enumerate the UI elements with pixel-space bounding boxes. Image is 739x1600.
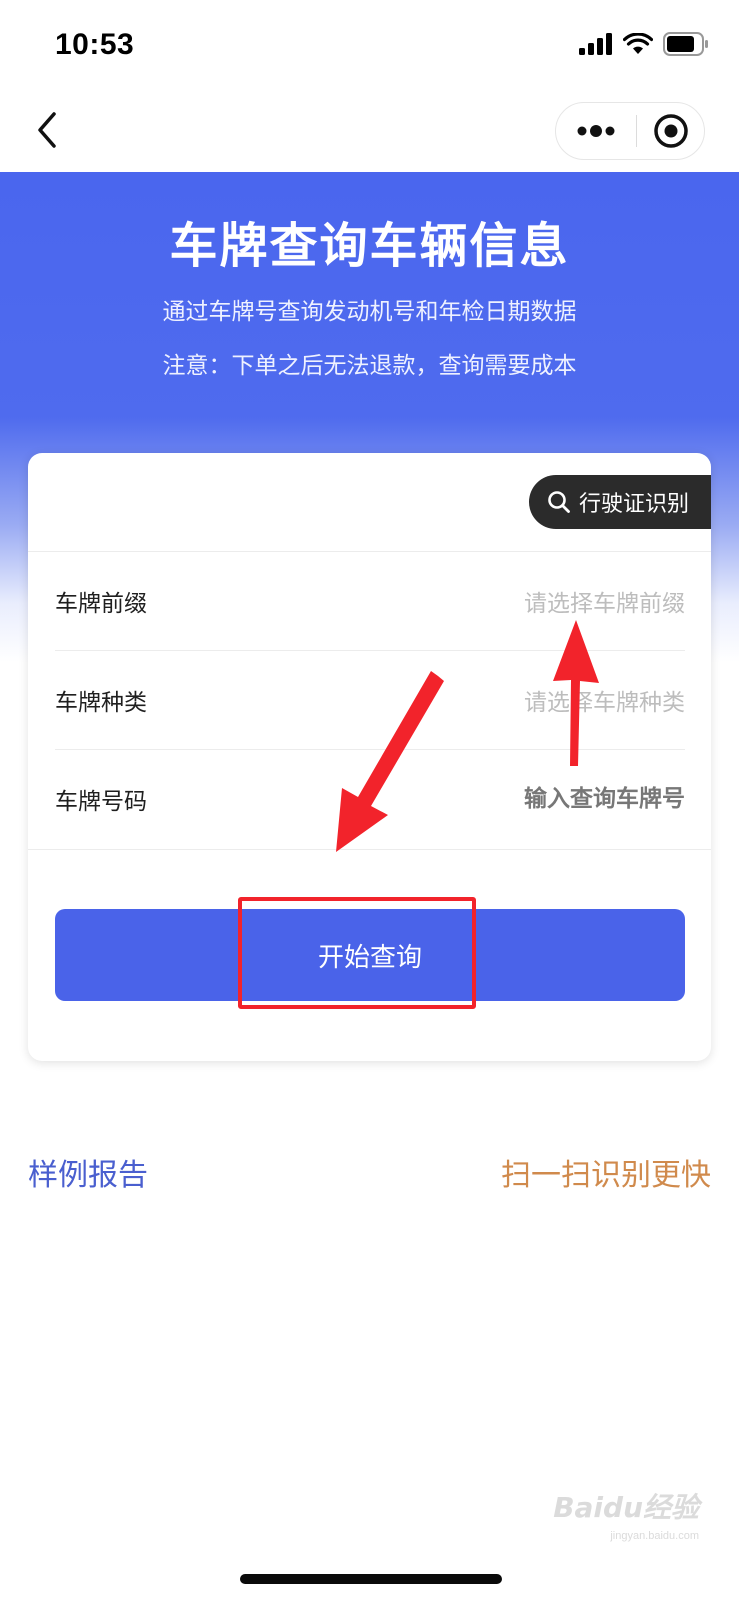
plate-prefix-picker[interactable]: 请选择车牌前缀 bbox=[524, 584, 685, 618]
home-indicator bbox=[240, 1574, 502, 1584]
plate-type-label: 车牌种类 bbox=[55, 690, 147, 716]
page-title: 车牌查询车辆信息 bbox=[169, 218, 570, 274]
plate-number-input[interactable] bbox=[405, 786, 685, 812]
more-button[interactable] bbox=[556, 103, 636, 159]
license-ocr-button[interactable]: 行驶证识别 bbox=[529, 475, 711, 529]
divider bbox=[28, 849, 711, 850]
plate-type-row[interactable]: 车牌种类 请选择车牌种类 bbox=[55, 651, 685, 749]
wifi-icon bbox=[623, 33, 653, 54]
cellular-signal-icon bbox=[579, 33, 612, 55]
status-bar: 10:53 bbox=[0, 0, 739, 90]
close-miniprogram-button[interactable] bbox=[637, 103, 704, 159]
query-form-card: 行驶证识别 车牌前缀 请选择车牌前缀 车牌种类 请选择车牌种类 车牌号码 开始查… bbox=[28, 453, 711, 1061]
miniprogram-capsule bbox=[555, 102, 705, 160]
more-dots-icon bbox=[577, 125, 615, 137]
status-icons bbox=[579, 32, 709, 56]
plate-prefix-label: 车牌前缀 bbox=[55, 591, 147, 617]
chevron-left-icon bbox=[38, 112, 56, 148]
sample-report-link[interactable]: 样例报告 bbox=[28, 1150, 148, 1194]
watermark-url: jingyan.baidu.com bbox=[610, 1530, 699, 1542]
plate-number-row: 车牌号码 bbox=[55, 750, 685, 848]
plate-number-label: 车牌号码 bbox=[55, 789, 147, 815]
plate-prefix-row[interactable]: 车牌前缀 请选择车牌前缀 bbox=[55, 552, 685, 650]
target-circle-icon bbox=[653, 114, 688, 148]
back-button[interactable] bbox=[28, 110, 68, 150]
watermark-logo: Baidu经验 bbox=[553, 1491, 699, 1524]
start-query-button[interactable]: 开始查询 bbox=[55, 909, 685, 1001]
nav-bar bbox=[0, 90, 739, 172]
search-icon bbox=[548, 491, 570, 513]
refund-notice: 注意：下单之后无法退款，查询需要成本 bbox=[162, 353, 577, 379]
hero-subtitle: 通过车牌号查询发动机号和年检日期数据 bbox=[162, 299, 577, 325]
battery-icon bbox=[663, 32, 708, 56]
scan-faster-link[interactable]: 扫一扫识别更快 bbox=[501, 1150, 711, 1194]
bottom-links: 样例报告 扫一扫识别更快 bbox=[28, 1150, 711, 1200]
status-time: 10:53 bbox=[55, 28, 135, 61]
plate-type-picker[interactable]: 请选择车牌种类 bbox=[524, 683, 685, 717]
license-ocr-label: 行驶证识别 bbox=[579, 492, 690, 517]
